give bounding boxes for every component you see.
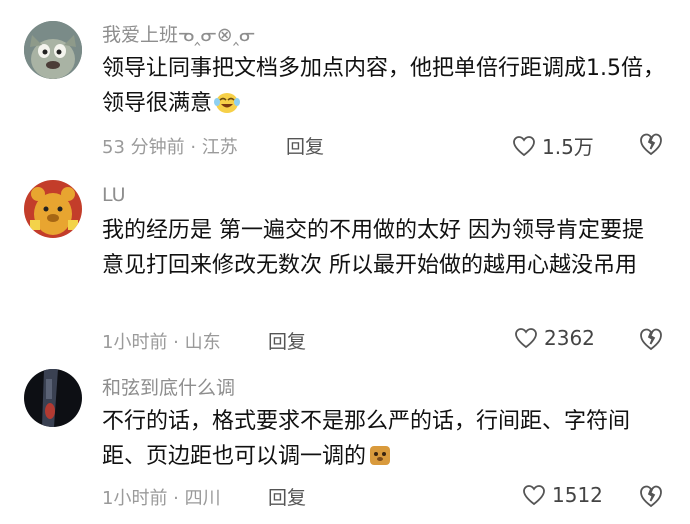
heart-icon [523,485,545,506]
like-count: 1512 [552,483,603,507]
time-location: 1小时前 · 山东 [102,332,221,353]
broken-heart-icon[interactable] [638,131,664,157]
avatar[interactable] [24,21,82,79]
time-location: 1小时前 · 四川 [102,488,221,509]
bear-avatar-image [24,180,82,238]
reply-button[interactable]: 回复 [268,327,306,354]
username[interactable]: 和弦到底什么调 [102,373,235,400]
comment-text-body: 领导让同事把文档多加点内容，他把单倍行距调成1.5倍，领导很满意 [102,56,665,116]
dark-figure-avatar-image [24,369,82,427]
comment-text: 领导让同事把文档多加点内容，他把单倍行距调成1.5倍，领导很满意 [102,51,672,125]
like-count: 1.5万 [542,135,594,159]
broken-heart-icon[interactable] [638,326,664,352]
like-count: 2362 [544,326,595,350]
comment-text: 不行的话，格式要求不是那么严的话，行间距、字符间距、页边距也可以调一调的 [102,404,662,478]
comment-item: LU 我的经历是 第一遍交的不用做的太好 因为领导肯定要提意见打回来修改无数次 … [0,175,690,355]
cat-avatar-image [24,21,82,79]
comment-text: 我的经历是 第一遍交的不用做的太好 因为领导肯定要提意见打回来修改无数次 所以最… [102,218,644,278]
dog-emoji-icon [368,443,392,478]
like-button[interactable]: 1.5万 [512,131,594,160]
laughing-crying-emoji-icon [214,90,241,125]
comment-text-body: 不行的话，格式要求不是那么严的话，行间距、字符间距、页边距也可以调一调的 [102,409,631,469]
comment-item: 我爱上班ᓀ‸ᓂ⊗‸ᓂ 领导让同事把文档多加点内容，他把单倍行距调成1.5倍，领导… [0,0,690,175]
like-button[interactable]: 1512 [522,483,603,507]
username[interactable]: LU [102,184,126,206]
reply-button[interactable]: 回复 [286,132,324,159]
like-button[interactable]: 2362 [514,326,595,350]
heart-icon [513,135,535,156]
broken-heart-icon[interactable] [638,483,664,509]
username[interactable]: 我爱上班ᓀ‸ᓂ⊗‸ᓂ [102,20,255,47]
reply-button[interactable]: 回复 [268,483,306,510]
heart-icon [515,328,537,349]
avatar[interactable] [24,369,82,427]
time-location: 53 分钟前 · 江苏 [102,137,238,158]
avatar[interactable] [24,180,82,238]
comment-item: 和弦到底什么调 不行的话，格式要求不是那么严的话，行间距、字符间距、页边距也可以… [0,355,690,524]
